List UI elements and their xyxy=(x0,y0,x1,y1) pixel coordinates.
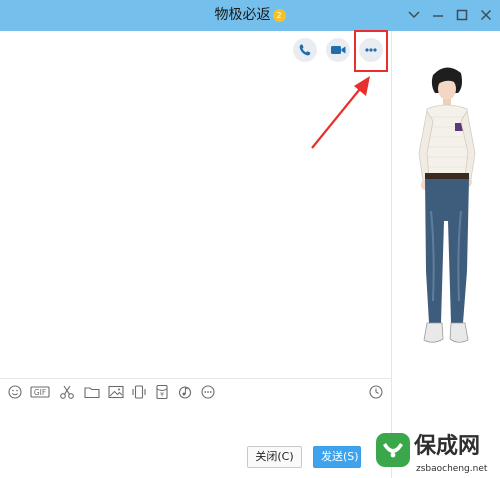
svg-text:¥: ¥ xyxy=(160,392,164,399)
more-icon[interactable] xyxy=(199,384,217,400)
input-toolbar: GIF ¥ xyxy=(0,378,392,404)
send-button[interactable]: 发送(S) xyxy=(313,446,361,468)
watermark-url: zsbaocheng.net xyxy=(416,464,488,474)
image-icon[interactable] xyxy=(107,384,125,400)
music-icon[interactable] xyxy=(176,384,194,400)
close-button[interactable]: 关闭(C) xyxy=(247,446,302,468)
window-title: 物极必返 2 xyxy=(0,6,500,24)
minimize-icon[interactable] xyxy=(430,7,446,23)
phone-icon xyxy=(299,44,311,56)
watermark-logo-icon xyxy=(376,433,410,467)
voice-call-button[interactable] xyxy=(293,38,317,62)
chevron-down-icon[interactable] xyxy=(406,7,422,23)
maximize-icon[interactable] xyxy=(454,7,470,23)
watermark-name: 保成网 xyxy=(414,434,481,459)
site-watermark: 保成网 zsbaocheng.net xyxy=(376,433,500,478)
vip-badge-icon: 2 xyxy=(272,9,286,22)
title-bar: 物极必返 2 xyxy=(0,0,500,31)
contact-show-panel xyxy=(393,31,500,478)
close-icon[interactable] xyxy=(478,7,494,23)
video-camera-icon xyxy=(331,46,346,54)
scissors-icon[interactable] xyxy=(58,384,76,400)
red-packet-icon[interactable]: ¥ xyxy=(153,384,171,400)
video-call-button[interactable] xyxy=(326,38,350,62)
avatar-figure xyxy=(418,67,476,343)
pointer-arrow-icon xyxy=(311,76,370,149)
folder-icon[interactable] xyxy=(83,384,101,400)
highlight-box xyxy=(354,30,388,72)
shake-icon[interactable] xyxy=(130,384,148,400)
clock-icon[interactable] xyxy=(367,384,385,400)
svg-text:GIF: GIF xyxy=(34,388,46,397)
smiley-icon[interactable] xyxy=(6,384,24,400)
contact-name: 物极必返 xyxy=(214,7,271,23)
gif-icon[interactable]: GIF xyxy=(30,384,50,400)
